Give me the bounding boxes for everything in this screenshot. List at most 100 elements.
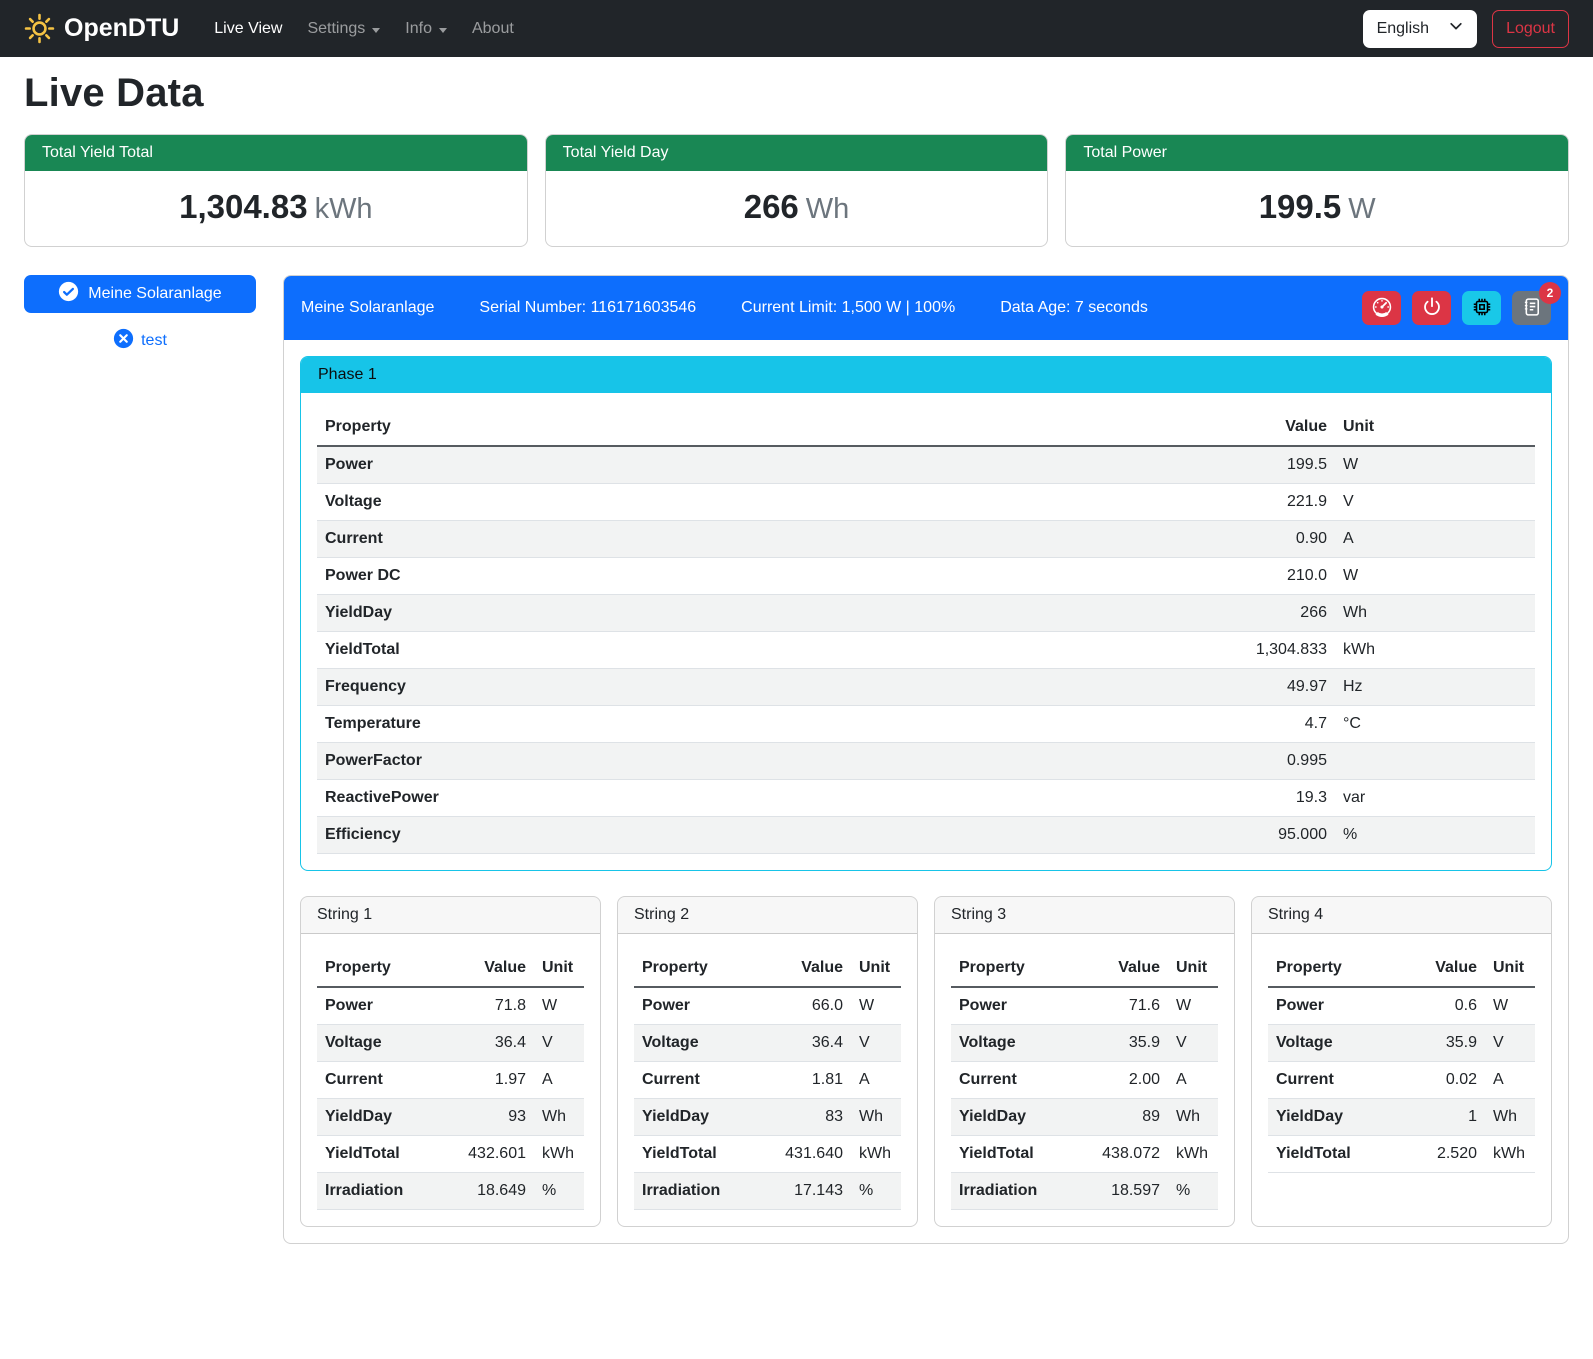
inverter-actions: 2 bbox=[1362, 291, 1551, 325]
table-row: YieldDay93Wh bbox=[317, 1099, 584, 1136]
property-cell: Power bbox=[1268, 987, 1399, 1025]
event-count-badge: 2 bbox=[1539, 282, 1561, 304]
table-row: Irradiation17.143% bbox=[634, 1173, 901, 1210]
value-cell: 2.520 bbox=[1399, 1136, 1485, 1173]
value-cell: 36.4 bbox=[448, 1025, 534, 1062]
value-cell: 432.601 bbox=[448, 1136, 534, 1173]
table-header-row: Property Value Unit bbox=[317, 409, 1535, 446]
table-row: YieldDay83Wh bbox=[634, 1099, 901, 1136]
value-cell: 0.6 bbox=[1399, 987, 1485, 1025]
column-header-property: Property bbox=[317, 409, 1185, 446]
column-header-property: Property bbox=[634, 950, 765, 987]
nav-item-label: Settings bbox=[307, 20, 365, 38]
inverter-panel: Meine Solaranlage Serial Number: 1161716… bbox=[283, 275, 1569, 1244]
device-info-button[interactable] bbox=[1462, 291, 1501, 325]
property-cell: Current bbox=[317, 1062, 448, 1099]
value-cell: 36.4 bbox=[765, 1025, 851, 1062]
inverter-panel-body: Phase 1 Property Value Unit Power199.5WV… bbox=[284, 340, 1568, 1243]
unit-cell: A bbox=[534, 1062, 584, 1099]
unit-cell: A bbox=[1168, 1062, 1218, 1099]
property-cell: Irradiation bbox=[317, 1173, 448, 1210]
value-cell: 2.00 bbox=[1082, 1062, 1168, 1099]
inverter-selected-button[interactable]: Meine Solaranlage bbox=[24, 275, 256, 313]
limit-settings-button[interactable] bbox=[1362, 291, 1401, 325]
value-cell: 4.7 bbox=[1185, 706, 1335, 743]
inverter-serial: Serial Number: 116171603546 bbox=[479, 299, 696, 317]
inverter-item-test[interactable]: test bbox=[24, 328, 256, 354]
table-row: Power71.6W bbox=[951, 987, 1218, 1025]
property-cell: YieldDay bbox=[951, 1099, 1082, 1136]
phase-table: Property Value Unit Power199.5WVoltage22… bbox=[317, 409, 1535, 854]
nav-item-about[interactable]: About bbox=[463, 12, 523, 46]
property-cell: Current bbox=[1268, 1062, 1399, 1099]
value-cell: 0.02 bbox=[1399, 1062, 1485, 1099]
language-select[interactable]: English bbox=[1363, 10, 1477, 48]
column-header-unit: Unit bbox=[1335, 409, 1535, 446]
column-header-unit: Unit bbox=[1485, 950, 1535, 987]
value-cell: 71.8 bbox=[448, 987, 534, 1025]
nav-item-settings[interactable]: Settings bbox=[298, 12, 389, 46]
column-header-value: Value bbox=[1185, 409, 1335, 446]
unit-cell: Wh bbox=[1335, 595, 1535, 632]
table-row: Current2.00A bbox=[951, 1062, 1218, 1099]
unit-cell: A bbox=[1485, 1062, 1535, 1099]
column-header-value: Value bbox=[448, 950, 534, 987]
property-cell: Temperature bbox=[317, 706, 1185, 743]
inverter-data-age: Data Age: 7 seconds bbox=[1000, 299, 1148, 317]
power-button[interactable] bbox=[1412, 291, 1451, 325]
power-icon bbox=[1421, 296, 1443, 321]
phase-panel: Phase 1 Property Value Unit Power199.5WV… bbox=[300, 356, 1552, 871]
property-cell: Voltage bbox=[317, 1025, 448, 1062]
string-title: String 3 bbox=[935, 897, 1234, 934]
unit-cell: V bbox=[1335, 484, 1535, 521]
string-table: Property Value Unit Power71.6WVoltage35.… bbox=[951, 950, 1218, 1210]
table-row: Efficiency95.000% bbox=[317, 817, 1535, 854]
table-row: ReactivePower19.3var bbox=[317, 780, 1535, 817]
brand[interactable]: OpenDTU bbox=[24, 13, 179, 44]
column-header-unit: Unit bbox=[534, 950, 584, 987]
logout-button[interactable]: Logout bbox=[1492, 10, 1569, 48]
property-cell: Current bbox=[951, 1062, 1082, 1099]
inverter-panel-header: Meine Solaranlage Serial Number: 1161716… bbox=[284, 276, 1568, 340]
column-header-property: Property bbox=[1268, 950, 1399, 987]
table-header-row: Property Value Unit bbox=[951, 950, 1218, 987]
property-cell: ReactivePower bbox=[317, 780, 1185, 817]
property-cell: Voltage bbox=[951, 1025, 1082, 1062]
property-cell: YieldDay bbox=[317, 595, 1185, 632]
card-title: Total Power bbox=[1066, 135, 1568, 171]
event-log-button[interactable]: 2 bbox=[1512, 291, 1551, 325]
nav-item-label: About bbox=[472, 20, 514, 38]
table-row: Power66.0W bbox=[634, 987, 901, 1025]
unit-cell: W bbox=[1335, 446, 1535, 484]
card-title: Total Yield Day bbox=[546, 135, 1048, 171]
table-row: Voltage221.9V bbox=[317, 484, 1535, 521]
nav-item-live-view[interactable]: Live View bbox=[205, 12, 291, 46]
table-row: Irradiation18.597% bbox=[951, 1173, 1218, 1210]
phase-body: Property Value Unit Power199.5WVoltage22… bbox=[301, 393, 1551, 870]
unit-cell: W bbox=[1335, 558, 1535, 595]
property-cell: Power bbox=[634, 987, 765, 1025]
sun-icon bbox=[24, 13, 55, 44]
inverter-limit: Current Limit: 1,500 W | 100% bbox=[741, 299, 955, 317]
value-cell: 89 bbox=[1082, 1099, 1168, 1136]
column-header-value: Value bbox=[1082, 950, 1168, 987]
table-row: YieldTotal2.520kWh bbox=[1268, 1136, 1535, 1173]
unit-cell: Wh bbox=[534, 1099, 584, 1136]
check-circle-icon bbox=[58, 281, 79, 307]
table-row: Irradiation18.649% bbox=[317, 1173, 584, 1210]
nav-item-label: Live View bbox=[214, 20, 282, 38]
value-cell: 71.6 bbox=[1082, 987, 1168, 1025]
card-total-power: Total Power 199.5W bbox=[1065, 134, 1569, 247]
property-cell: YieldDay bbox=[1268, 1099, 1399, 1136]
card-body: 1,304.83kWh bbox=[25, 171, 527, 246]
card-value: 199.5 bbox=[1259, 188, 1342, 225]
table-row: Power71.8W bbox=[317, 987, 584, 1025]
nav-item-info[interactable]: Info bbox=[396, 12, 456, 46]
card-unit: Wh bbox=[806, 193, 850, 225]
unit-cell: var bbox=[1335, 780, 1535, 817]
string-panel: String 4 Property Value Unit Power0.6WVo… bbox=[1251, 896, 1552, 1227]
value-cell: 66.0 bbox=[765, 987, 851, 1025]
property-cell: Current bbox=[634, 1062, 765, 1099]
table-row: Voltage36.4V bbox=[317, 1025, 584, 1062]
value-cell: 1 bbox=[1399, 1099, 1485, 1136]
